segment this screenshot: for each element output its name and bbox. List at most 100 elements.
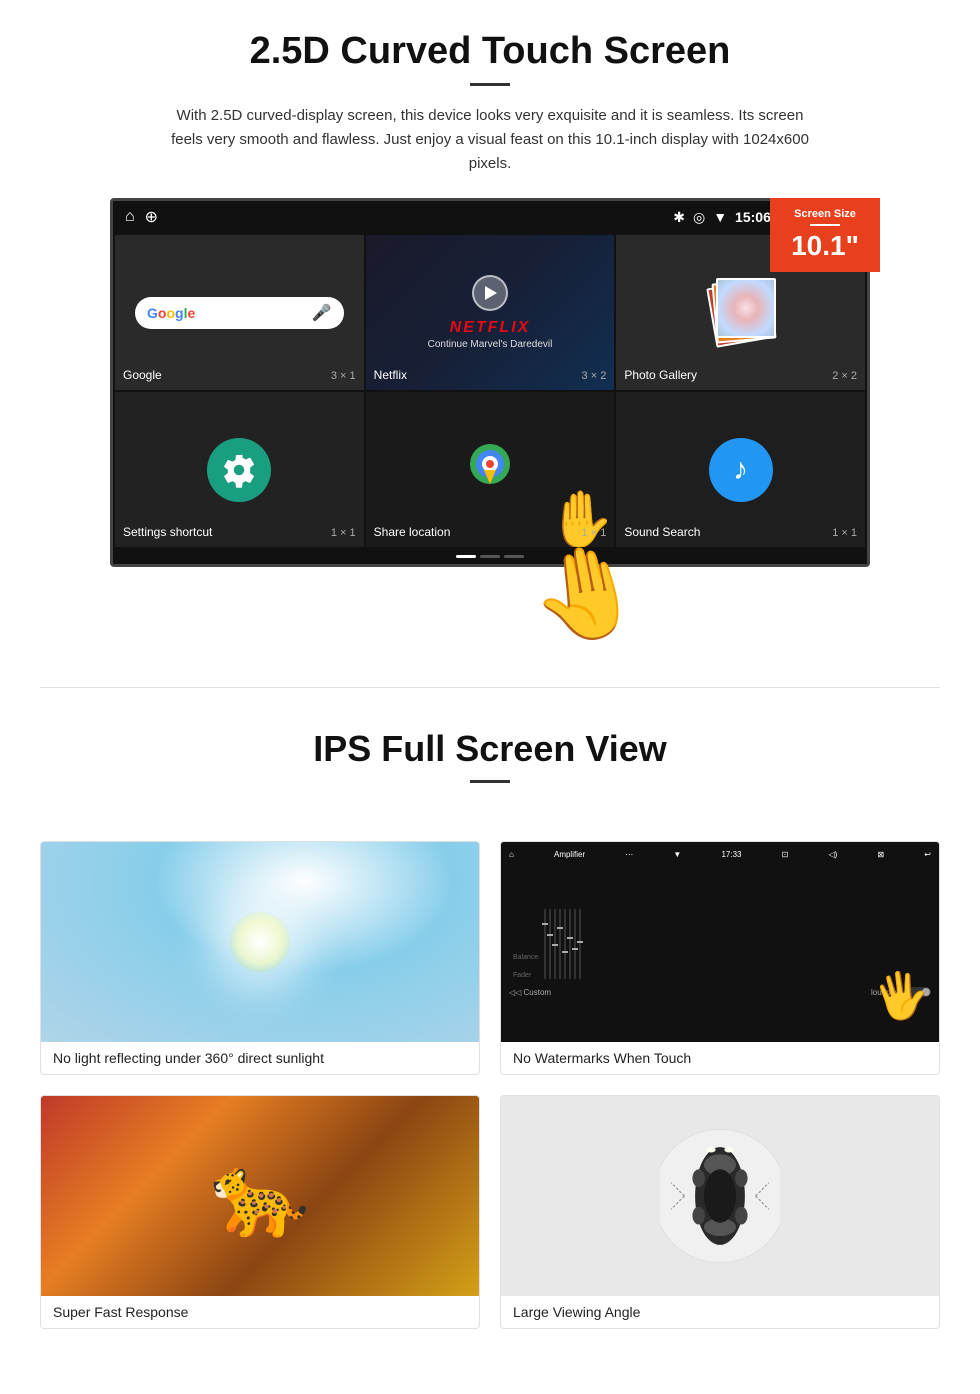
slider-group-8 (579, 909, 581, 979)
slider-thumb-2 (547, 934, 553, 936)
sound-search-widget[interactable]: ♪ Sound Search 1 × 1 (616, 392, 865, 547)
amp-x-icon: ⊠ (877, 850, 884, 859)
section-divider-line (40, 687, 940, 688)
settings-label: Settings shortcut (123, 525, 212, 539)
section-ips: IPS Full Screen View (0, 718, 980, 821)
amp-topbar: ⌂ Amplifier ⋯ ▼ 17:33 ⊡ ◁) ⊠ ↩ (509, 850, 931, 859)
slider-track-3 (554, 909, 556, 979)
badge-size: 10.1" (786, 230, 864, 262)
google-search-bar[interactable]: Google 🎤 (135, 297, 344, 329)
play-triangle (485, 286, 497, 300)
slider-group-5 (564, 909, 566, 979)
amp-wifi-icon: ▼ (673, 850, 681, 859)
photo-stack (706, 278, 776, 348)
amp-back-icon: ↩ (924, 850, 931, 859)
section1-title: 2.5D Curved Touch Screen (60, 30, 920, 73)
sun-glow (230, 912, 290, 972)
netflix-widget[interactable]: NETFLIX Continue Marvel's Daredevil Netf… (366, 235, 615, 390)
slider-track-5 (564, 909, 566, 979)
section-curved: 2.5D Curved Touch Screen With 2.5D curve… (0, 0, 980, 657)
slider-thumb (542, 923, 548, 925)
google-logo: Google (147, 305, 195, 321)
screen-wrapper: Screen Size 10.1" ⌂ ⊕ ✱ ◎ ▼ 15:06 ⊡ ◁) ⊠ (110, 198, 870, 637)
amp-bottom-bar: ◁◁ Custom loudness (509, 987, 931, 997)
usb-icon: ⊕ (145, 207, 158, 227)
wifi-icon: ▼ (713, 209, 727, 225)
status-left: ⌂ ⊕ (125, 207, 158, 227)
google-size: 3 × 1 (331, 370, 356, 382)
google-widget[interactable]: Google 🎤 Google 3 × 1 (115, 235, 364, 390)
sunlight-caption: No light reflecting under 360° direct su… (41, 1042, 479, 1074)
slider-thumb-5 (562, 951, 568, 953)
sound-size: 1 × 1 (832, 527, 857, 539)
settings-widget-label: Settings shortcut 1 × 1 (123, 525, 356, 539)
status-bar: ⌂ ⊕ ✱ ◎ ▼ 15:06 ⊡ ◁) ⊠ ▭ (113, 201, 867, 233)
sunlight-card: No light reflecting under 360° direct su… (40, 841, 480, 1075)
location-icon: ◎ (693, 209, 705, 226)
eq-label-fader: Fader (513, 972, 538, 979)
amp-home-icon: ⌂ (509, 850, 514, 859)
netflix-logo: NETFLIX (428, 319, 553, 337)
gallery-size: 2 × 2 (832, 370, 857, 382)
settings-size: 1 × 1 (331, 527, 356, 539)
sound-label: Sound Search (624, 525, 700, 539)
large-hand-icon: ✋ (520, 533, 649, 656)
slider-track-7 (574, 909, 576, 979)
title-divider (470, 83, 510, 86)
touch-illustration: ✋ (110, 567, 870, 637)
slider-thumb-3 (552, 944, 558, 946)
cheetah-caption: Super Fast Response (41, 1296, 479, 1328)
eq-sliders (544, 909, 927, 979)
cheetah-icon: 🐆 (210, 1149, 310, 1243)
equalizer-bars: Balance Fader (509, 863, 931, 983)
phone-screen: ⌂ ⊕ ✱ ◎ ▼ 15:06 ⊡ ◁) ⊠ ▭ (110, 198, 870, 567)
amp-screen: ⌂ Amplifier ⋯ ▼ 17:33 ⊡ ◁) ⊠ ↩ Balance F… (501, 842, 939, 1042)
slider-group (544, 909, 546, 979)
netflix-size: 3 × 2 (582, 370, 607, 382)
eq-label-balance: Balance (513, 954, 538, 961)
home-icon[interactable]: ⌂ (125, 208, 135, 226)
screen-size-badge: Screen Size 10.1" (770, 198, 880, 272)
settings-icon-wrap (207, 438, 271, 502)
section2-title: IPS Full Screen View (60, 728, 920, 770)
maps-icon (466, 440, 514, 500)
google-widget-label: Google 3 × 1 (123, 368, 356, 382)
share-widget-label: Share location 1 × 1 (374, 525, 607, 539)
gallery-widget-label: Photo Gallery 2 × 2 (624, 368, 857, 382)
amp-cam-icon: ⊡ (782, 850, 789, 859)
amp-title: Amplifier (554, 850, 585, 859)
netflix-play-button[interactable] (472, 275, 508, 311)
slider-group-7 (574, 909, 576, 979)
sound-icon-circle: ♪ (709, 438, 773, 502)
car-topview-svg (660, 1116, 780, 1276)
amplifier-caption: No Watermarks When Touch (501, 1042, 939, 1074)
amplifier-card: ⌂ Amplifier ⋯ ▼ 17:33 ⊡ ◁) ⊠ ↩ Balance F… (500, 841, 940, 1075)
slider-group-6 (569, 909, 571, 979)
eq-labels: Balance Fader (513, 954, 538, 979)
share-label: Share location (374, 525, 451, 539)
widget-grid: Google 🎤 Google 3 × 1 (113, 233, 867, 549)
slider-track-6 (569, 909, 571, 979)
flower-image (718, 280, 774, 336)
slider-thumb-6 (567, 937, 573, 939)
sunlight-image (41, 842, 479, 1042)
dot-active (456, 555, 476, 558)
car-caption: Large Viewing Angle (501, 1296, 939, 1328)
slider-track-4 (559, 909, 561, 979)
cheetah-card: 🐆 Super Fast Response (40, 1095, 480, 1329)
share-location-widget[interactable]: 🤚 Share location 1 × 1 (366, 392, 615, 547)
image-grid: No light reflecting under 360° direct su… (0, 821, 980, 1349)
status-time: 15:06 (735, 209, 771, 225)
microphone-icon[interactable]: 🎤 (312, 303, 332, 323)
amp-custom[interactable]: ◁◁ Custom (509, 988, 551, 997)
car-card: Large Viewing Angle (500, 1095, 940, 1329)
netflix-subtitle: Continue Marvel's Daredevil (428, 339, 553, 350)
bluetooth-icon: ✱ (673, 209, 685, 226)
pagination-dots (113, 549, 867, 564)
settings-widget[interactable]: Settings shortcut 1 × 1 (115, 392, 364, 547)
sound-widget-label: Sound Search 1 × 1 (624, 525, 857, 539)
sunlight-rays (41, 842, 479, 1042)
netflix-widget-label: Netflix 3 × 2 (374, 368, 607, 382)
car-image (501, 1096, 939, 1296)
amp-menu-icon: ⋯ (625, 850, 633, 859)
